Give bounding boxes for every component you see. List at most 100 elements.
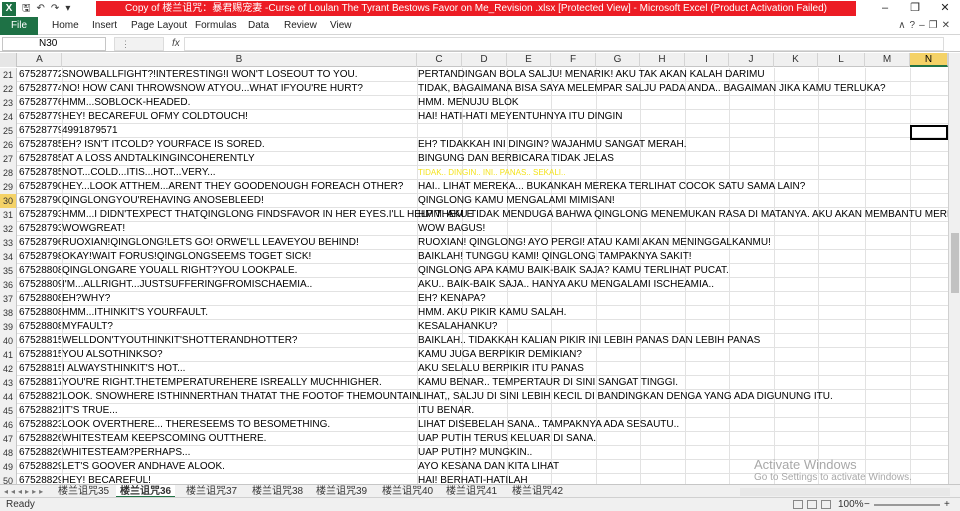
row-header[interactable]: 32 (0, 222, 17, 236)
row-header[interactable]: 37 (0, 292, 17, 306)
row-header[interactable]: 44 (0, 390, 17, 404)
qat-dropdown-icon[interactable]: ▾ (65, 0, 70, 17)
cell-translation[interactable]: QINGLONG KAMU MENGALAMI MIMISAN! (418, 194, 615, 208)
cell-id[interactable]: 675288155 (19, 362, 61, 376)
column-header-i[interactable]: I (685, 53, 729, 67)
cell-source-text[interactable]: HMM...SOBLOCK-HEADED. (62, 96, 190, 110)
cell-translation[interactable]: RUOXIAN! QINGLONG! AYO PERGI! ATAU KAMI … (418, 236, 771, 250)
save-icon[interactable]: 🖫 (22, 0, 31, 17)
cell-source-text[interactable]: NOT...COLD...ITIS...HOT...VERY... (62, 166, 216, 180)
row-header[interactable]: 35 (0, 264, 17, 278)
cell-source-text[interactable]: LOOK. SNOWHERE ISTHINNERTHAN THATAT THE … (62, 390, 422, 404)
row-header[interactable]: 39 (0, 320, 17, 334)
cell-translation[interactable]: AKU.. BAIK-BAIK SAJA.. HANYA AKU MENGALA… (418, 278, 714, 292)
row-header[interactable]: 45 (0, 404, 17, 418)
cell-translation[interactable]: HAI.. LIHAT MEREKA... BUKANKAH MEREKA TE… (418, 180, 805, 194)
cell-translation[interactable]: EH? KENAPA? (418, 292, 486, 306)
horizontal-scrollbar[interactable] (740, 488, 950, 496)
cell-id[interactable]: 675287858 (19, 152, 61, 166)
cell-source-text[interactable]: MYFAULT? (62, 320, 113, 334)
row-header[interactable]: 30 (0, 194, 17, 208)
vertical-scrollbar[interactable] (948, 53, 960, 484)
normal-view-icon[interactable] (793, 500, 803, 509)
workbook-close-icon[interactable]: ✕ (942, 20, 954, 31)
help-icon[interactable]: ? (910, 20, 920, 31)
cell-id[interactable]: 675288290 (19, 460, 61, 474)
close-icon[interactable]: ✕ (930, 0, 960, 17)
row-header[interactable]: 48 (0, 446, 17, 460)
cell-source-text[interactable]: HEY...LOOK ATTHEM...ARENT THEY GOODENOUG… (62, 180, 403, 194)
cell-translation[interactable]: HAI! HATI-HATI MEYENTUHNYA ITU DINGIN (418, 110, 622, 124)
column-header-g[interactable]: G (596, 53, 640, 67)
row-header[interactable]: 33 (0, 236, 17, 250)
page-break-view-icon[interactable] (821, 500, 831, 509)
cell-source-text[interactable]: OKAY!WAIT FORUS!QINGLONGSEEMS TOGET SICK… (62, 250, 311, 264)
tab-view[interactable]: View (330, 17, 352, 35)
column-header-f[interactable]: F (551, 53, 596, 67)
workbook-minimize-icon[interactable]: – (919, 20, 929, 31)
row-header[interactable]: 34 (0, 250, 17, 264)
cell-id[interactable]: 675288088 (19, 320, 61, 334)
column-header-m[interactable]: M (865, 53, 910, 67)
tab-page-layout[interactable]: Page Layout (131, 17, 187, 35)
cell-id[interactable]: 675288088 (19, 306, 61, 320)
cell-translation[interactable]: LIHAT DISEBELAH SANA.. TAMPAKNYA ADA SES… (418, 418, 679, 432)
row-header[interactable]: 40 (0, 334, 17, 348)
cell-id[interactable]: 675287760 (19, 96, 61, 110)
row-header[interactable]: 41 (0, 348, 17, 362)
cell-translation[interactable]: HAI! BERHATI-HATILAH (418, 474, 528, 484)
cell-source-text[interactable]: SNOWBALLFIGHT?!INTERESTING!I WON'T LOSEO… (62, 68, 357, 82)
cell-id[interactable]: 675288213 (19, 404, 61, 418)
cell-source-text[interactable]: LOOK OVERTHERE... THERESEEMS TO BESOMETH… (62, 418, 330, 432)
cell-id[interactable]: 675287720 (19, 68, 61, 82)
cell-id[interactable]: 675288261 (19, 432, 61, 446)
row-header[interactable]: 24 (0, 110, 17, 124)
row-header[interactable]: 23 (0, 96, 17, 110)
cell-translation[interactable]: TIDAK.. DINGIN.. INI.. PANAS.. SEKALI.. (418, 166, 565, 180)
row-header[interactable]: 25 (0, 124, 17, 138)
row-header[interactable]: 46 (0, 418, 17, 432)
cell-id[interactable]: 675287740 (19, 82, 61, 96)
cell-source-text[interactable]: WHITESTEAM KEEPSCOMING OUTTHERE. (62, 432, 266, 446)
row-header[interactable]: 22 (0, 82, 17, 96)
cell-translation[interactable]: BAIKLAH! TUNGGU KAMI! QINGLONG TAMPAKNYA… (418, 250, 692, 264)
cell-source-text[interactable]: I'M...ALLRIGHT...JUSTSUFFERINGFROMISCHAE… (62, 278, 312, 292)
cell-translation[interactable]: AYO KESANA DAN KITA LIHAT (418, 460, 559, 474)
active-cell-n30[interactable] (910, 125, 948, 140)
redo-icon[interactable]: ↷ (51, 0, 59, 17)
cell-source-text[interactable]: NO! HOW CANI THROWSNOW ATYOU...WHAT IFYO… (62, 82, 363, 96)
cell-id[interactable]: 675287937 (19, 208, 61, 222)
select-all-button[interactable] (0, 53, 17, 67)
column-header-h[interactable]: H (640, 53, 685, 67)
cell-source-text[interactable]: RUOXIAN!QINGLONG!LETS GO! ORWE'LL LEAVEY… (62, 236, 359, 250)
cell-id[interactable]: 675288237 (19, 418, 61, 432)
row-header[interactable]: 27 (0, 152, 17, 166)
cell-id[interactable]: 675288085 (19, 264, 61, 278)
cell-id[interactable]: 675288156 (19, 348, 61, 362)
row-header[interactable]: 50 (0, 474, 17, 484)
tab-review[interactable]: Review (284, 17, 317, 35)
cell-id[interactable]: 675288092 (19, 278, 61, 292)
cell-id[interactable]: 675288157 (19, 334, 61, 348)
zoom-slider[interactable] (874, 504, 940, 506)
cell-id[interactable]: 675287982 (19, 250, 61, 264)
cell-id[interactable]: 675288088 (19, 292, 61, 306)
column-header-j[interactable]: J (729, 53, 774, 67)
cell-id[interactable]: 675288213 (19, 390, 61, 404)
cell-source-text[interactable]: YOU'RE RIGHT.THETEMPERATUREHERE ISREALLY… (62, 376, 382, 390)
cell-id[interactable]: 675287937 (19, 222, 61, 236)
cell-translation[interactable]: ITU BENAR. (418, 404, 474, 418)
cell-source-text[interactable]: IT'S TRUE... (62, 404, 118, 418)
cell-translation[interactable]: BINGUNG DAN BERBICARA TIDAK JELAS (418, 152, 614, 166)
cell-id[interactable]: 675287903 (19, 180, 61, 194)
cell-id[interactable]: 675288175 (19, 376, 61, 390)
cell-source-text[interactable]: EH?WHY? (62, 292, 110, 306)
row-header[interactable]: 38 (0, 306, 17, 320)
restore-icon[interactable]: ❐ (900, 0, 930, 17)
column-header-k[interactable]: K (774, 53, 818, 67)
cell-source-text[interactable]: HEY! BECAREFUL! (62, 474, 151, 484)
zoom-in-button[interactable]: + (944, 498, 950, 511)
cell-source-text[interactable]: 4991879571 (62, 124, 118, 138)
cell-translation[interactable]: UAP PUTIH? MUNGKIN.. (418, 446, 532, 460)
cell-translation[interactable]: PERTANDINGAN BOLA SALJU! MENARIK! AKU TA… (418, 68, 765, 82)
